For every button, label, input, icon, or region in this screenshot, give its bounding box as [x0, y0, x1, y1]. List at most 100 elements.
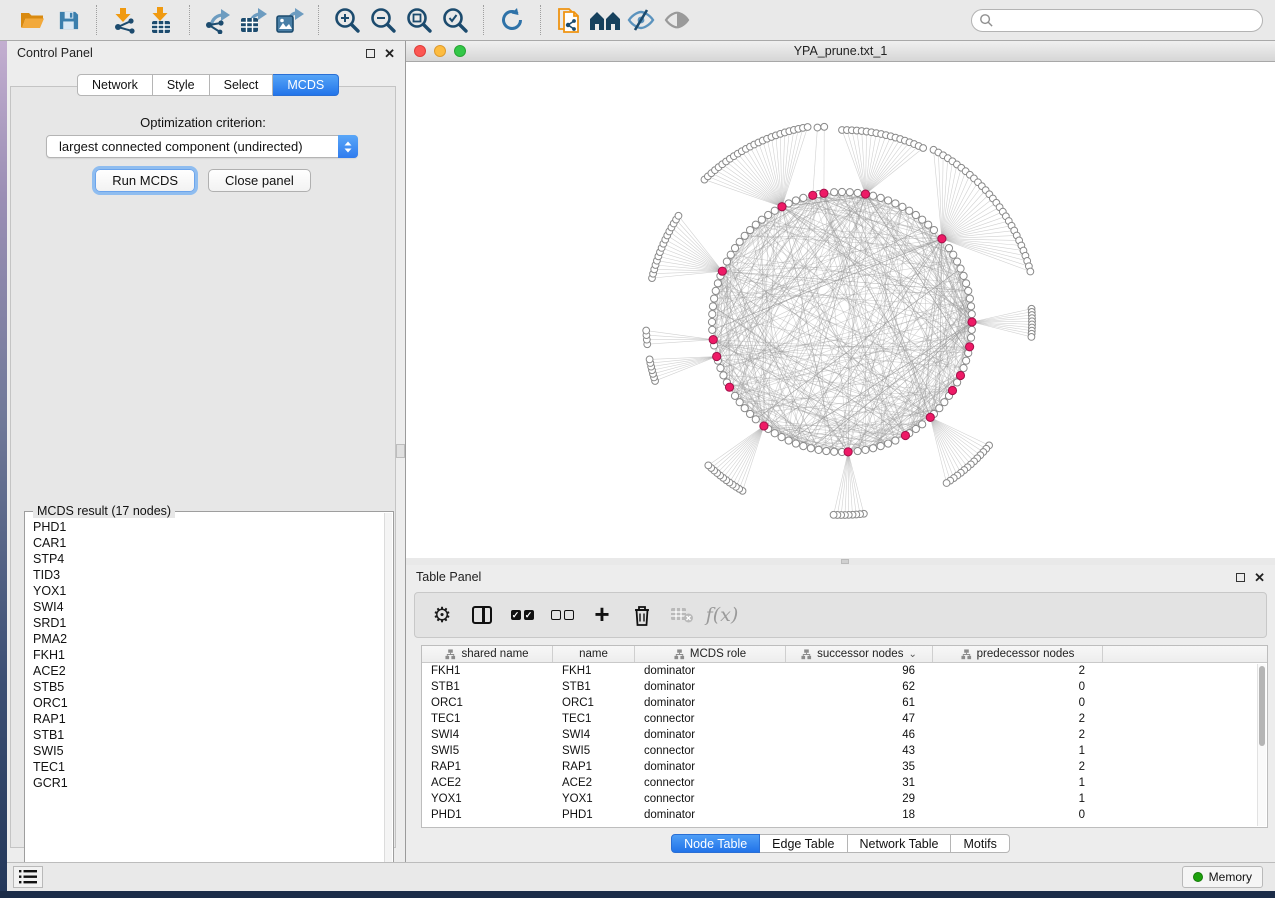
refresh-button[interactable]: [494, 3, 530, 37]
list-icon: [19, 870, 37, 884]
table-row[interactable]: RAP1RAP1dominator352: [422, 759, 1267, 775]
table-row[interactable]: SWI5SWI5connector431: [422, 743, 1267, 759]
delete-table-button[interactable]: [669, 602, 695, 628]
control-panel: Control Panel ✕ NetworkStyleSelectMCDS O…: [7, 41, 406, 862]
export-table-button[interactable]: [236, 3, 272, 37]
mcds-result-item[interactable]: STB5: [33, 679, 384, 695]
deselect-all-button[interactable]: [549, 602, 575, 628]
add-column-button[interactable]: +: [589, 602, 615, 628]
splitter-grip[interactable]: [841, 559, 849, 564]
network-window-titlebar[interactable]: YPA_prune.txt_1: [406, 41, 1275, 62]
mcds-result-item[interactable]: FKH1: [33, 647, 384, 663]
tab-style[interactable]: Style: [153, 74, 210, 96]
column-label: MCDS role: [690, 648, 746, 660]
import-network-button[interactable]: [107, 3, 143, 37]
table-row[interactable]: YOX1YOX1connector291: [422, 791, 1267, 807]
table-row[interactable]: PHD1PHD1dominator180: [422, 807, 1267, 823]
mcds-result-item[interactable]: PHD1: [33, 519, 384, 535]
first-neighbors-button[interactable]: [587, 3, 623, 37]
export-table-icon: [238, 6, 270, 34]
delete-column-button[interactable]: [629, 602, 655, 628]
column-label: name: [579, 648, 608, 660]
column-header-shared-name[interactable]: shared name: [422, 646, 553, 662]
mcds-result-item[interactable]: SRD1: [33, 615, 384, 631]
table-row[interactable]: SWI4SWI4dominator462: [422, 727, 1267, 743]
open-file-button[interactable]: [14, 3, 50, 37]
cell-role: connector: [635, 711, 786, 727]
cell-pred: 1: [933, 743, 1103, 759]
cell-role: connector: [635, 791, 786, 807]
mcds-result-item[interactable]: STB1: [33, 727, 384, 743]
select-all-button[interactable]: ✓✓: [509, 602, 535, 628]
memory-button[interactable]: Memory: [1182, 866, 1263, 888]
float-panel-icon[interactable]: [366, 49, 375, 58]
float-table-panel-icon[interactable]: [1236, 573, 1245, 582]
mcds-result-list[interactable]: PHD1CAR1STP4TID3YOX1SWI4SRD1PMA2FKH1ACE2…: [26, 513, 384, 877]
search-icon: [979, 13, 994, 28]
tab-select[interactable]: Select: [210, 74, 274, 96]
cell-pred: 2: [933, 663, 1103, 679]
copy-network-button[interactable]: [551, 3, 587, 37]
close-table-panel-icon[interactable]: ✕: [1254, 571, 1265, 584]
tab-network-table[interactable]: Network Table: [848, 834, 952, 853]
export-image-button[interactable]: [272, 3, 308, 37]
mcds-result-item[interactable]: YOX1: [33, 583, 384, 599]
table-row[interactable]: ACE2ACE2connector311: [422, 775, 1267, 791]
tab-mcds[interactable]: MCDS: [273, 74, 339, 96]
function-builder-button[interactable]: f(x): [709, 602, 735, 628]
zoom-out-button[interactable]: [365, 3, 401, 37]
close-panel-icon[interactable]: ✕: [384, 47, 395, 60]
column-header-predecessor-nodes[interactable]: predecessor nodes: [933, 646, 1103, 662]
close-panel-button[interactable]: Close panel: [208, 169, 311, 192]
task-history-button[interactable]: [13, 866, 43, 888]
mcds-result-item[interactable]: GCR1: [33, 775, 384, 791]
column-header-name[interactable]: name: [553, 646, 635, 662]
scrollbar-thumb[interactable]: [1259, 666, 1265, 746]
mcds-result-item[interactable]: RAP1: [33, 711, 384, 727]
mcds-result-item[interactable]: STP4: [33, 551, 384, 567]
mcds-result-item[interactable]: SWI5: [33, 743, 384, 759]
tab-node-table[interactable]: Node Table: [671, 834, 760, 853]
cell-name: ACE2: [553, 775, 635, 791]
split-view-button[interactable]: [469, 602, 495, 628]
table-vertical-scrollbar[interactable]: [1257, 664, 1266, 826]
table-settings-button[interactable]: ⚙: [429, 602, 455, 628]
save-session-button[interactable]: [50, 3, 86, 37]
cell-role: dominator: [635, 807, 786, 823]
mcds-result-item[interactable]: CAR1: [33, 535, 384, 551]
table-row[interactable]: STB1STB1dominator620: [422, 679, 1267, 695]
zoom-fit-button[interactable]: [401, 3, 437, 37]
table-row[interactable]: ORC1ORC1dominator610: [422, 695, 1267, 711]
column-header-successor-nodes[interactable]: successor nodes⌄: [786, 646, 933, 662]
show-all-button[interactable]: [659, 3, 695, 37]
optimization-criterion-select[interactable]: largest connected component (undirected): [46, 135, 358, 158]
mcds-tab-content: Optimization criterion: largest connecte…: [10, 86, 396, 848]
horizontal-splitter[interactable]: [406, 558, 1275, 565]
mcds-result-item[interactable]: SWI4: [33, 599, 384, 615]
network-graph-canvas[interactable]: [406, 62, 1275, 558]
run-mcds-button[interactable]: Run MCDS: [95, 169, 195, 192]
hide-selected-button[interactable]: [623, 3, 659, 37]
cell-succ: 96: [786, 663, 933, 679]
table-row[interactable]: TEC1TEC1connector472: [422, 711, 1267, 727]
export-network-button[interactable]: [200, 3, 236, 37]
tab-network[interactable]: Network: [77, 74, 153, 96]
tab-motifs[interactable]: Motifs: [951, 834, 1009, 853]
mcds-result-item[interactable]: ACE2: [33, 663, 384, 679]
mcds-result-item[interactable]: TID3: [33, 567, 384, 583]
mcds-result-scrollbar[interactable]: [384, 513, 392, 877]
table-row[interactable]: FKH1FKH1dominator962: [422, 663, 1267, 679]
zoom-selected-button[interactable]: [437, 3, 473, 37]
tab-edge-table[interactable]: Edge Table: [760, 834, 847, 853]
mcds-result-item[interactable]: PMA2: [33, 631, 384, 647]
mcds-result-item[interactable]: ORC1: [33, 695, 384, 711]
column-header-MCDS-role[interactable]: MCDS role: [635, 646, 786, 662]
panel-splitter-grip[interactable]: [396, 444, 405, 458]
zoom-in-button[interactable]: [329, 3, 365, 37]
import-table-button[interactable]: [143, 3, 179, 37]
search-input[interactable]: [971, 9, 1263, 32]
mcds-result-item[interactable]: TEC1: [33, 759, 384, 775]
table-panel-title: Table Panel: [416, 570, 481, 584]
cell-name: SWI4: [553, 727, 635, 743]
cell-shared_name: STB1: [422, 679, 553, 695]
